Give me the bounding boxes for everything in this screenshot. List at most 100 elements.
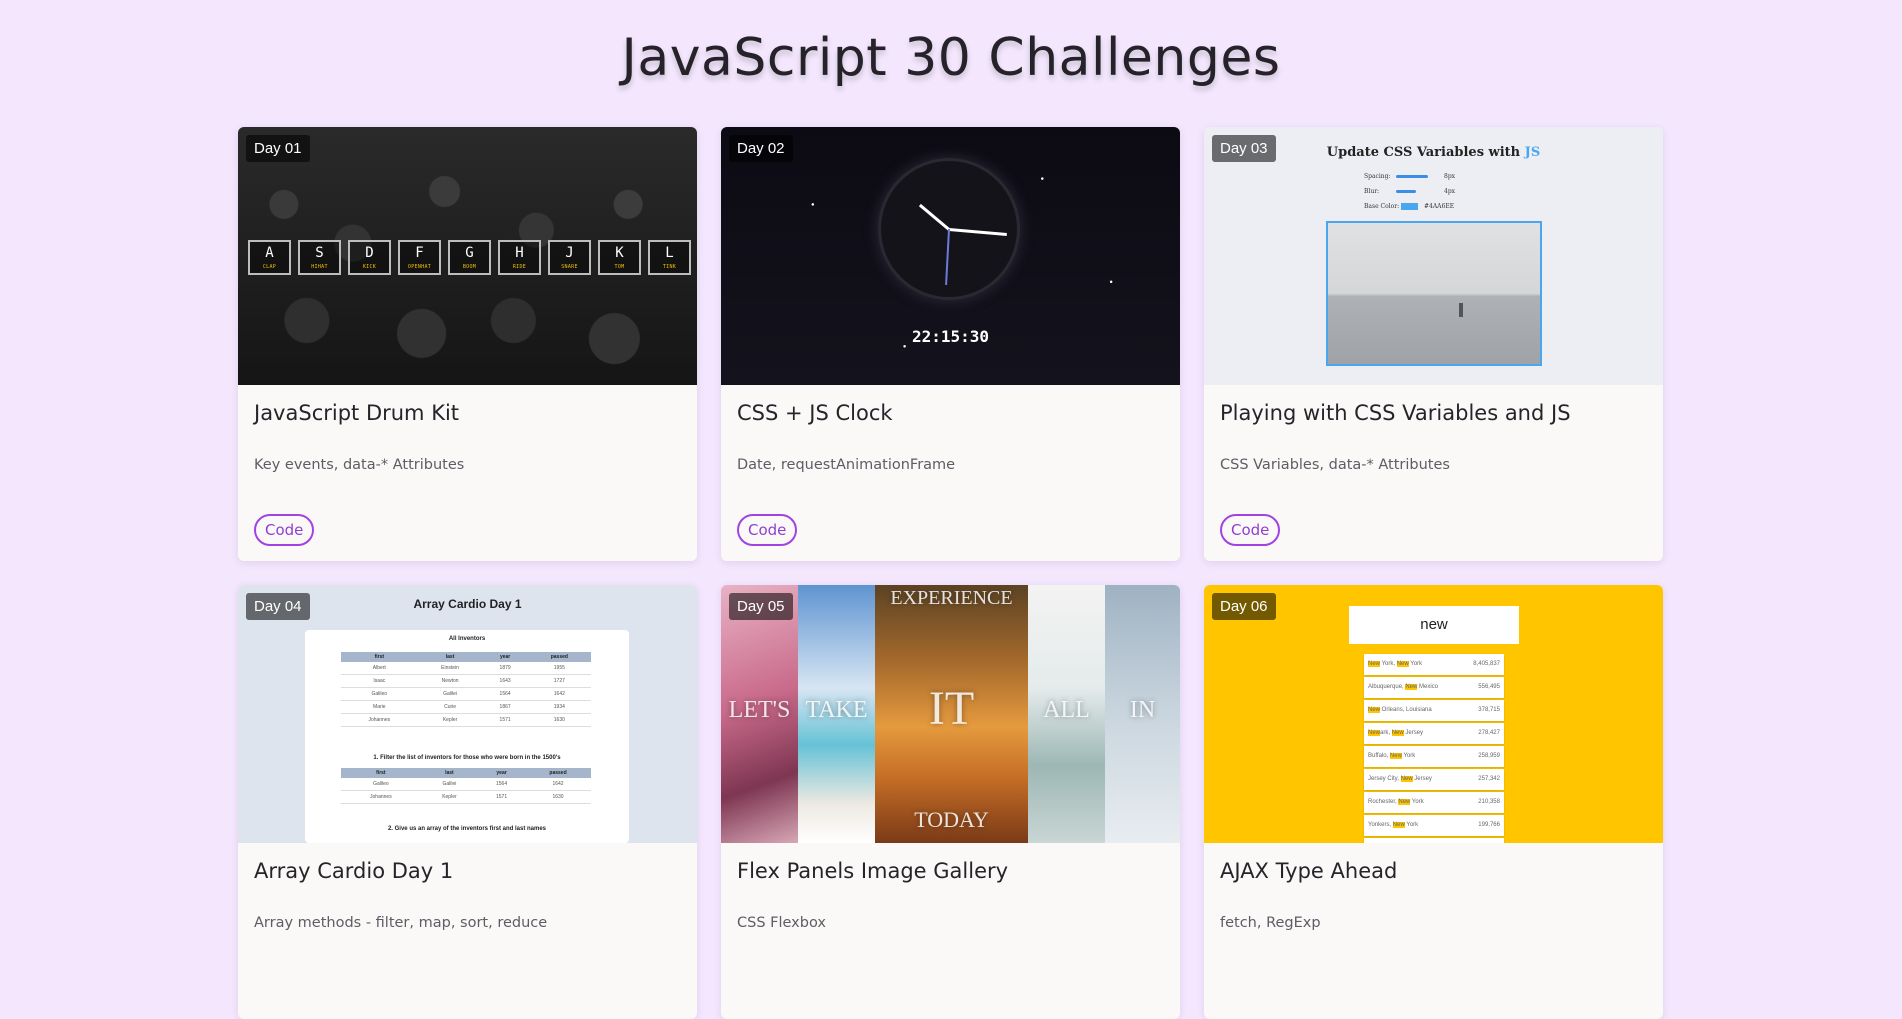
panel-word: ALL [1043,697,1090,723]
flex-panels-preview-image[interactable]: Day 05 LET'S TAKE EXPERIENCE IT TODAY AL… [721,585,1180,843]
search-input: new [1349,606,1519,644]
suggestion-population: 180,719 [1478,838,1500,843]
question-1: 1. Filter the list of inventors for thos… [373,755,561,761]
table-cell: Kepler [420,790,479,804]
table-cell: Galileo [341,687,418,701]
css-variables-preview-image[interactable]: Day 03 Update CSS Variables with JS Spac… [1204,127,1663,385]
drum-key: D KICK [348,240,391,275]
suggestion-text: York [1404,822,1419,828]
suggestion-text: York [1401,753,1416,759]
blur-slider [1396,190,1416,193]
card-description: Key events, data-* Attributes [254,457,465,473]
suggestion-text: York, [1380,661,1397,667]
card-title: Playing with CSS Variables and JS [1220,401,1571,425]
drum-key-letter: H [515,245,524,261]
day-badge: Day 04 [246,593,310,620]
match-highlight: New [1400,776,1413,782]
spacing-value: 8px [1444,173,1456,180]
table-row: Albert Einstein 1879 1955 [341,662,591,675]
suggestion-population: 378,715 [1478,707,1500,713]
drum-key-letter: L [665,245,674,261]
flex-panel: IN [1105,585,1180,843]
suggestion-text: Orleans, Louisiana [1380,707,1432,713]
match-highlight: New [1368,661,1381,667]
challenge-card-day-04[interactable]: Day 04 Array Cardio Day 1 All Inventors … [238,585,697,1019]
drum-key-letter: G [465,245,474,261]
challenge-card-day-06[interactable]: Day 06 new New York, New York 8,405,837 Al… [1204,585,1663,1019]
suggestion-place: Newark, New Jersey [1368,723,1423,744]
suggestion-text: Albuquerque, [1368,684,1406,690]
drum-key-sound: RIDE [512,264,527,270]
card-description: fetch, RegExp [1220,915,1321,931]
suggestion-place: Jersey City, New Jersey [1368,769,1432,790]
type-ahead-preview-image[interactable]: Day 06 new New York, New York 8,405,837 Al… [1204,585,1663,843]
column-header: first [341,768,421,778]
match-highlight: New [1398,799,1411,805]
table-cell: Kepler [417,713,483,727]
suggestion-item: Buffalo, New York 258,959 [1364,746,1504,767]
panel-bottom-word: TODAY [914,807,989,832]
column-header: first [341,652,418,662]
blur-value: 4px [1444,188,1456,195]
suggestion-population: 8,405,837 [1473,661,1500,667]
clock-time: 22:15:30 [911,327,990,346]
match-highlight: New [1389,753,1402,759]
challenge-card-day-02[interactable]: Day 02 22:15:30 CSS + JS Clock Date, req… [721,127,1180,561]
table-cell: 1643 [482,674,528,688]
code-button[interactable]: Code [737,514,798,546]
panel-word: LET'S [728,697,791,723]
table-cell: 1955 [527,662,591,675]
suggestion-item: New Orleans, Louisiana 378,715 [1364,700,1504,721]
suggestion-text: ark, [1380,730,1392,736]
drum-key-letter: F [415,245,424,261]
drum-key-sound: TOM [614,264,625,270]
suggestion-item: New York, New York 8,405,837 [1364,654,1504,675]
color-label: Base Color: [1364,203,1400,210]
suggestion-population: 556,495 [1478,684,1500,690]
drum-key: J SNARE [548,240,591,275]
table-row: Galileo Galilei 1564 1642 [341,687,591,701]
challenge-card-day-05[interactable]: Day 05 LET'S TAKE EXPERIENCE IT TODAY AL… [721,585,1180,1019]
suggestion-item: Albuquerque, New Mexico 556,495 [1364,677,1504,698]
drum-key: L TINK [648,240,691,275]
table-row: Johannes Kepler 1571 1630 [341,790,591,804]
column-header: year [478,768,526,778]
preview-document: All Inventors first last year passed Albert… [305,630,629,843]
preview-heading-accent: JS [1524,145,1541,160]
code-button[interactable]: Code [1220,514,1281,546]
drum-key: H RIDE [498,240,541,275]
table-cell: 1879 [482,662,528,675]
card-description: Array methods - filter, map, sort, reduc… [254,915,548,931]
day-badge: Day 03 [1212,135,1276,162]
card-title: AJAX Type Ahead [1220,859,1398,883]
match-highlight: New [1396,661,1409,667]
preview-heading-text: Update CSS Variables with [1326,145,1521,160]
drum-kit-preview-image[interactable]: Day 01 A CLAP S HIHAT D KICK F OPENHAT G BOOM H RID… [238,127,697,385]
suggestion-text: York [1410,799,1424,805]
flex-panel: EXPERIENCE IT TODAY [875,585,1028,843]
challenge-card-day-03[interactable]: Day 03 Update CSS Variables with JS Spac… [1204,127,1663,561]
panel-top-word: EXPERIENCE [890,587,1013,609]
clock-face [881,161,1017,297]
array-cardio-preview-image[interactable]: Day 04 Array Cardio Day 1 All Inventors … [238,585,697,843]
clock-preview-image[interactable]: Day 02 22:15:30 [721,127,1180,385]
challenge-card-day-01[interactable]: Day 01 A CLAP S HIHAT D KICK F OPENHAT G BOOM H RID… [238,127,697,561]
card-description: CSS Flexbox [737,915,826,931]
table-row: Johannes Kepler 1571 1630 [341,713,591,727]
code-button[interactable]: Code [254,514,315,546]
flex-panel: LET'S [721,585,798,843]
drum-key: G BOOM [448,240,491,275]
minute-hand [948,228,1007,237]
table-cell: 1564 [478,778,526,791]
table-cell: Einstein [417,662,483,675]
table-cell: Curie [417,700,483,714]
table-cell: Isaac [341,674,418,688]
suggestion-population: 258,959 [1478,753,1500,759]
preview-photo [1326,221,1542,366]
match-highlight: New [1368,730,1381,736]
match-highlight: New [1405,684,1418,690]
table-cell: 1630 [527,713,591,727]
suggestion-population: 257,342 [1478,776,1500,782]
suggestion-population: 199,766 [1478,822,1500,828]
table-cell: 1934 [527,700,591,714]
